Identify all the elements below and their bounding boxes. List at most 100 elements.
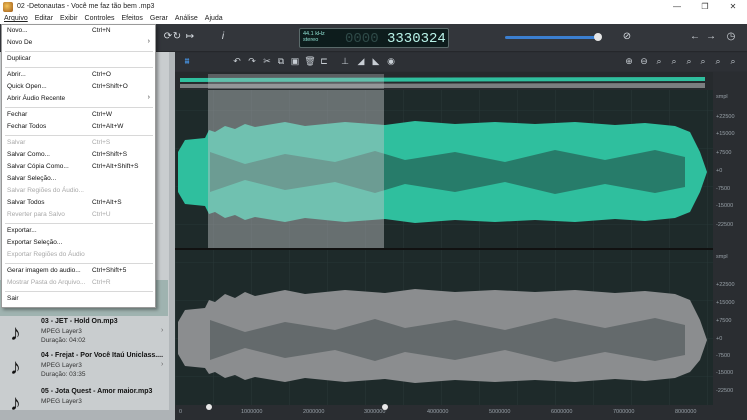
zoom-selection-icon[interactable]: ⌕ [653, 55, 665, 67]
scale-label: +15000 [716, 300, 735, 306]
timeline-ruler[interactable]: 0 1000000 2000000 3000000 4000000 500000… [175, 404, 747, 420]
menu-item-gerar-imagem[interactable]: Gerar imagem do audio... Ctrl+Shift+5 [2, 265, 155, 277]
trim-icon[interactable]: ⊏ [318, 55, 330, 67]
menu-item-quick-open[interactable]: Quick Open... Ctrl+Shift+O [2, 81, 155, 93]
menu-item-salvar-selecao[interactable]: Salvar Seleção... [2, 173, 155, 185]
paste-icon[interactable]: ▣ [289, 55, 301, 67]
chevron-right-icon[interactable]: › [161, 327, 163, 334]
waveform-view-icon[interactable]: ⩩ [181, 55, 193, 67]
amplitude-scale: smpl +22500 +15000 +7500 +0 -7500 -15000… [713, 72, 747, 405]
copy-icon[interactable]: ⧉ [275, 55, 287, 67]
menu-item-salvar: Salvar Ctrl+S [7, 139, 111, 146]
menu-item-sair[interactable]: Sair [2, 293, 155, 305]
normalize-icon[interactable]: ◉ [385, 55, 397, 67]
menu-editar[interactable]: Editar [35, 15, 53, 22]
file-name: 05 - Jota Quest - Amor maior.mp3 [41, 388, 153, 395]
menu-item-exportar-regioes: Exportar Regiões do Áudio [7, 251, 85, 258]
scale-label: -7500 [716, 353, 731, 359]
overview-strip[interactable] [175, 72, 713, 90]
menu-item-salvar-copia[interactable]: Salvar Cópia Como... Ctrl+Alt+Shift+S [2, 161, 155, 173]
redo-icon[interactable]: ↷ [246, 55, 258, 67]
file-name: 03 - JET - Hold On.mp3 [41, 318, 118, 325]
menu-separator [5, 263, 153, 264]
menu-item-abrir-recente[interactable]: Abrir Áudio Recente › [2, 93, 155, 105]
menu-item-fechar-todos[interactable]: Fechar Todos Ctrl+Alt+W [2, 121, 155, 133]
menu-item-exportar[interactable]: Exportar... [2, 225, 155, 237]
selection-region[interactable] [208, 90, 384, 250]
scale-unit-label: smpl [716, 254, 728, 260]
music-note-icon: ♪ [10, 354, 21, 379]
scale-label: +15000 [716, 131, 735, 137]
forward-icon[interactable]: → [704, 30, 718, 44]
scale-label: +7500 [716, 318, 732, 324]
menu-exibir[interactable]: Exibir [60, 15, 78, 22]
menu-ajuda[interactable]: Ajuda [205, 15, 223, 22]
zoom-reset-icon[interactable]: ⌕ [727, 55, 739, 67]
zoom-width-icon[interactable]: ⌕ [697, 55, 709, 67]
close-button[interactable]: ✕ [719, 0, 747, 13]
back-icon[interactable]: ← [688, 30, 702, 44]
zoom-all-icon[interactable]: ⌕ [668, 55, 680, 67]
volume-slider[interactable] [505, 36, 597, 39]
scale-label: -22500 [716, 222, 734, 228]
menu-item-exportar-selecao[interactable]: Exportar Seleção... [2, 237, 155, 249]
sample-rate: 44.1 kHz stereo [303, 31, 325, 43]
scale-label: -15000 [716, 203, 734, 209]
timeline-tick: 7000000 [613, 409, 635, 415]
scale-label: +0 [716, 168, 723, 174]
menu-item-novo[interactable]: Novo... Ctrl+N [2, 25, 155, 37]
menu-separator [5, 51, 153, 52]
volume-knob[interactable] [594, 33, 602, 41]
waveform-canvas[interactable] [175, 72, 713, 405]
zoom-in-icon[interactable]: ⊕ [623, 55, 635, 67]
menu-analise[interactable]: Análise [175, 15, 198, 22]
list-item[interactable]: ♪ 04 - Frejat - Por Você Itaú Uniclass..… [0, 350, 168, 384]
fade-out-icon[interactable]: ◣ [370, 55, 382, 67]
menu-item-salvar-todos[interactable]: Salvar Todos Ctrl+Alt+S [2, 197, 155, 209]
scale-label: +0 [716, 336, 723, 342]
menu-item-reverter: Reverter para Salvo Ctrl+U [7, 211, 111, 218]
selection-end-marker[interactable] [382, 404, 388, 410]
zoom-fit-icon[interactable]: ⌕ [683, 55, 695, 67]
info-icon[interactable]: i [216, 30, 230, 44]
zoom-vertical-icon[interactable]: ⌕ [712, 55, 724, 67]
selection-start-marker[interactable] [206, 404, 212, 410]
file-name: 04 - Frejat - Por Você Itaú Uniclass.... [41, 352, 164, 359]
silence-icon[interactable]: ⊥ [339, 55, 351, 67]
menu-item-salvar-como[interactable]: Salvar Como... Ctrl+Shift+S [2, 149, 155, 161]
menu-efeitos[interactable]: Efeitos [122, 15, 143, 22]
maximize-button[interactable]: ❐ [691, 0, 719, 13]
zoom-out-icon[interactable]: ⊖ [638, 55, 650, 67]
history-icon[interactable]: ◷ [724, 30, 738, 44]
window-title: 02 -Detonautas - Você me faz tão bem .mp… [17, 3, 155, 10]
waveform-view[interactable] [175, 72, 713, 405]
menu-item-fechar[interactable]: Fechar Ctrl+W [2, 109, 155, 121]
menu-item-abrir[interactable]: Abrir... Ctrl+O [2, 69, 155, 81]
skip-icon[interactable]: ↦ [183, 30, 197, 44]
menu-controles[interactable]: Controles [85, 15, 115, 22]
fade-in-icon[interactable]: ◢ [355, 55, 367, 67]
timeline-tick: 2000000 [303, 409, 325, 415]
scale-label: +7500 [716, 150, 732, 156]
menu-arquivo[interactable]: Arquivo [4, 15, 28, 22]
menu-item-novo-de[interactable]: Novo De › [2, 37, 155, 49]
edit-toolbar: ⩩ ↶ ↷ ✂ ⧉ ▣ 🗑 ⊏ ⊥ ◢ ◣ ◉ ⊕ ⊖ ⌕ ⌕ ⌕ ⌕ ⌕ ⌕ [175, 53, 747, 71]
menu-bar: Arquivo Editar Exibir Controles Efeitos … [0, 13, 747, 24]
list-item[interactable]: ♪ 03 - JET - Hold On.mp3 MPEG Layer3 Dur… [0, 316, 168, 350]
app-logo-icon [3, 1, 13, 12]
menu-item-duplicar[interactable]: Duplicar [2, 53, 155, 65]
chevron-right-icon[interactable]: › [161, 361, 163, 368]
menu-separator [5, 135, 153, 136]
mute-icon[interactable]: ⊘ [620, 30, 634, 44]
scale-label: +22500 [716, 282, 735, 288]
cut-icon[interactable]: ✂ [261, 55, 273, 67]
timeline-tick: 4000000 [427, 409, 449, 415]
counter-ghost-digits: 0000 [345, 31, 379, 47]
loop-toggle-icon[interactable]: ↻ [170, 30, 184, 44]
timeline-tick: 0 [179, 409, 183, 415]
delete-icon[interactable]: 🗑 [304, 55, 316, 67]
undo-icon[interactable]: ↶ [231, 55, 243, 67]
timeline-tick: 6000000 [551, 409, 573, 415]
minimize-button[interactable]: — [663, 0, 691, 13]
menu-gerar[interactable]: Gerar [150, 15, 168, 22]
